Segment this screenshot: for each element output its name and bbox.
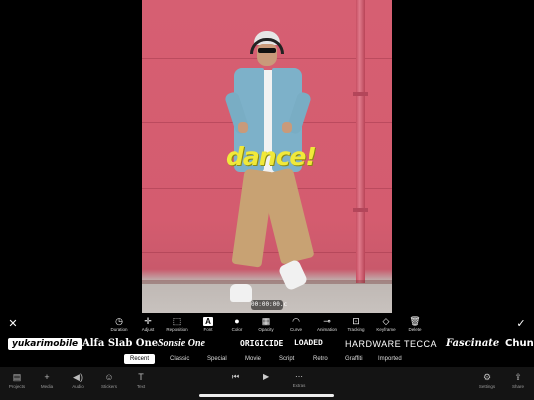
category-tab-movie[interactable]: Movie: [245, 354, 261, 364]
tool-label: Duration: [110, 327, 128, 332]
extras-label: Extras: [292, 383, 306, 388]
tool-adjust[interactable]: ✛ Adjust: [133, 315, 163, 335]
tool-duration[interactable]: ◷ Duration: [104, 315, 134, 335]
projects-icon: ▤: [12, 372, 22, 382]
font-option[interactable]: HARDWARE TECCA: [345, 338, 437, 350]
font-option[interactable]: ORIGICIDE: [240, 338, 283, 350]
tool-glyph: ◷: [115, 316, 123, 326]
curve-icon: ◠: [281, 315, 311, 327]
tool-reposition[interactable]: ⬚ Reposition: [162, 315, 192, 335]
font-picker-strip: yukarimobile Alfa Slab One Sonsie One ORIGI…: [0, 335, 534, 353]
nav-audio[interactable]: ◀) Audio: [61, 371, 95, 390]
tool-glyph: 🗑: [409, 316, 421, 326]
tool-label: Opacity: [258, 327, 274, 332]
video-frame[interactable]: dance!: [142, 0, 392, 313]
font-category-tabs: Recent Classic Special Movie Script Retro Graf…: [0, 354, 534, 366]
tool-glyph: ⊸: [323, 316, 331, 326]
nav-projects[interactable]: ▤ Projects: [0, 371, 34, 390]
tool-label: Curve: [289, 327, 302, 332]
smiley-icon: ☺: [104, 372, 114, 382]
nav-label: Settings: [478, 384, 496, 389]
nav-media[interactable]: + Media: [30, 371, 64, 390]
title-text-overlay[interactable]: dance!: [226, 142, 317, 172]
tool-label: Font: [203, 327, 213, 332]
tool-tracking[interactable]: ⊡ Tracking: [341, 315, 371, 335]
category-tab-retro[interactable]: Retro: [313, 354, 328, 364]
font-option[interactable]: Fascinate: [446, 338, 499, 350]
droplet-icon: ●: [222, 315, 252, 327]
tool-label: Delete: [408, 327, 422, 332]
home-indicator: [199, 394, 334, 397]
font-option[interactable]: LOADED: [294, 338, 323, 350]
tag-icon: ◇: [371, 315, 401, 327]
tool-font[interactable]: A Font: [193, 315, 223, 335]
nav-label: Text: [136, 384, 146, 389]
nav-label: Projects: [8, 384, 26, 389]
category-tab-script[interactable]: Script: [279, 354, 294, 364]
tool-animation[interactable]: ⊸ Animation: [312, 315, 342, 335]
font-option[interactable]: Sonsie One: [158, 338, 205, 350]
share-icon: ⇪: [514, 372, 522, 382]
nav-stickers[interactable]: ☺ Stickers: [92, 371, 126, 390]
category-tab-recent[interactable]: Recent: [124, 354, 156, 364]
extras-button[interactable]: ⋯ Extras: [292, 372, 306, 389]
tool-label: Animation: [316, 327, 337, 332]
tool-glyph: ●: [234, 316, 240, 326]
nav-label: Media: [40, 384, 54, 389]
speaker-icon: ◀): [73, 372, 83, 382]
move-icon: ✛: [133, 315, 163, 327]
tool-keyframe[interactable]: ◇ Keyframe: [371, 315, 401, 335]
skip-back-icon[interactable]: ⏮: [232, 372, 239, 382]
tool-curve[interactable]: ◠ Curve: [281, 315, 311, 335]
video-preview[interactable]: dance! 00:00:00.c: [0, 0, 534, 313]
nav-label: Share: [511, 384, 524, 389]
tool-glyph: ⬚: [172, 316, 182, 326]
checkerboard-icon: ▦: [251, 315, 281, 327]
nav-share[interactable]: ⇪ Share: [501, 371, 534, 390]
tool-label: Color: [231, 327, 243, 332]
trash-icon: 🗑: [400, 315, 430, 327]
font-icon: A: [193, 315, 223, 327]
toggle-icon: ⊸: [312, 315, 342, 327]
nav-label: Stickers: [100, 384, 117, 389]
ellipsis-icon: ⋯: [295, 372, 303, 381]
timecode-display: 00:00:00.c: [251, 300, 288, 310]
nav-settings[interactable]: ⚙ Settings: [470, 371, 504, 390]
tool-glyph: A: [203, 317, 213, 326]
nav-text[interactable]: T Text: [124, 371, 158, 390]
nav-label: Audio: [72, 384, 84, 389]
tool-color[interactable]: ● Color: [222, 315, 252, 335]
tracking-icon: ⊡: [341, 315, 371, 327]
tool-delete[interactable]: 🗑 Delete: [400, 315, 430, 335]
checkmark-icon[interactable]: ✓: [514, 317, 528, 331]
font-option[interactable]: yukarimobile: [8, 338, 83, 350]
category-tab-classic[interactable]: Classic: [170, 354, 189, 364]
category-tab-imported[interactable]: Imported: [378, 354, 402, 364]
font-option[interactable]: Chunk: [505, 338, 534, 350]
tool-label: Reposition: [166, 327, 188, 332]
clock-icon: ◷: [104, 315, 134, 327]
font-option[interactable]: Alfa Slab One: [82, 338, 158, 350]
tool-label: Keyframe: [376, 327, 396, 332]
tool-glyph: ⊡: [352, 316, 360, 326]
crop-icon: ⬚: [162, 315, 192, 327]
tool-opacity[interactable]: ▦ Opacity: [251, 315, 281, 335]
category-tab-graffiti[interactable]: Graffiti: [345, 354, 363, 364]
category-tab-special[interactable]: Special: [207, 354, 227, 364]
tool-label: Adjust: [141, 327, 155, 332]
tool-glyph: ▦: [261, 316, 271, 326]
play-icon[interactable]: ▶: [263, 372, 269, 382]
gear-icon: ⚙: [482, 372, 492, 382]
tool-label: Tracking: [347, 327, 365, 332]
close-icon[interactable]: ✕: [6, 317, 20, 331]
text-icon: T: [138, 372, 144, 382]
tool-glyph: ◠: [292, 316, 300, 326]
tool-glyph: ✛: [144, 316, 152, 326]
text-tool-bar: ✕ ◷ Duration ✛ Adjust ⬚ Reposition A Font ● Color…: [0, 313, 534, 335]
tool-glyph: ◇: [382, 316, 390, 326]
plus-icon: +: [44, 372, 50, 382]
